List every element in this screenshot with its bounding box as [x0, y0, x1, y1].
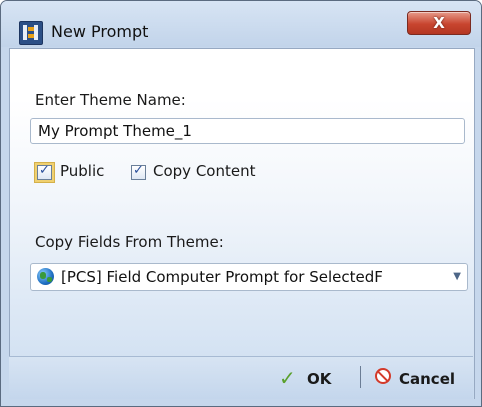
theme-name-input[interactable] [30, 118, 465, 144]
close-icon: X [433, 14, 445, 32]
dialog-footer: ✓ OK Cancel [9, 356, 473, 399]
checkmark-icon: ✓ [39, 163, 50, 178]
button-separator [360, 366, 361, 388]
no-entry-icon [375, 368, 391, 384]
chevron-down-icon[interactable]: ▼ [453, 271, 461, 282]
close-button[interactable]: X [407, 11, 471, 35]
public-label[interactable]: Public [60, 162, 104, 180]
checkmark-icon: ✓ [279, 366, 296, 390]
copy-fields-dropdown[interactable]: [PCS] Field Computer Prompt for Selected… [30, 263, 468, 291]
theme-name-label: Enter Theme Name: [35, 91, 186, 109]
copy-fields-label: Copy Fields From Theme: [35, 233, 224, 251]
copy-content-checkbox[interactable]: ✓ [131, 163, 146, 180]
title-bar[interactable]: New Prompt X [1, 1, 481, 47]
globe-icon [37, 268, 54, 285]
checkmark-icon: ✓ [133, 163, 144, 178]
copy-content-label[interactable]: Copy Content [153, 162, 255, 180]
copy-fields-selected-value: [PCS] Field Computer Prompt for Selected… [61, 268, 383, 286]
dialog-body: Enter Theme Name: ✓ Public ✓ Copy Conten… [9, 48, 475, 399]
public-checkbox[interactable]: ✓ [37, 163, 52, 180]
ok-label: OK [307, 370, 332, 388]
dialog-window: New Prompt X Enter Theme Name: ✓ Public … [0, 0, 482, 407]
window-title: New Prompt [51, 22, 149, 41]
app-icon [19, 21, 43, 45]
cancel-label: Cancel [399, 370, 456, 388]
